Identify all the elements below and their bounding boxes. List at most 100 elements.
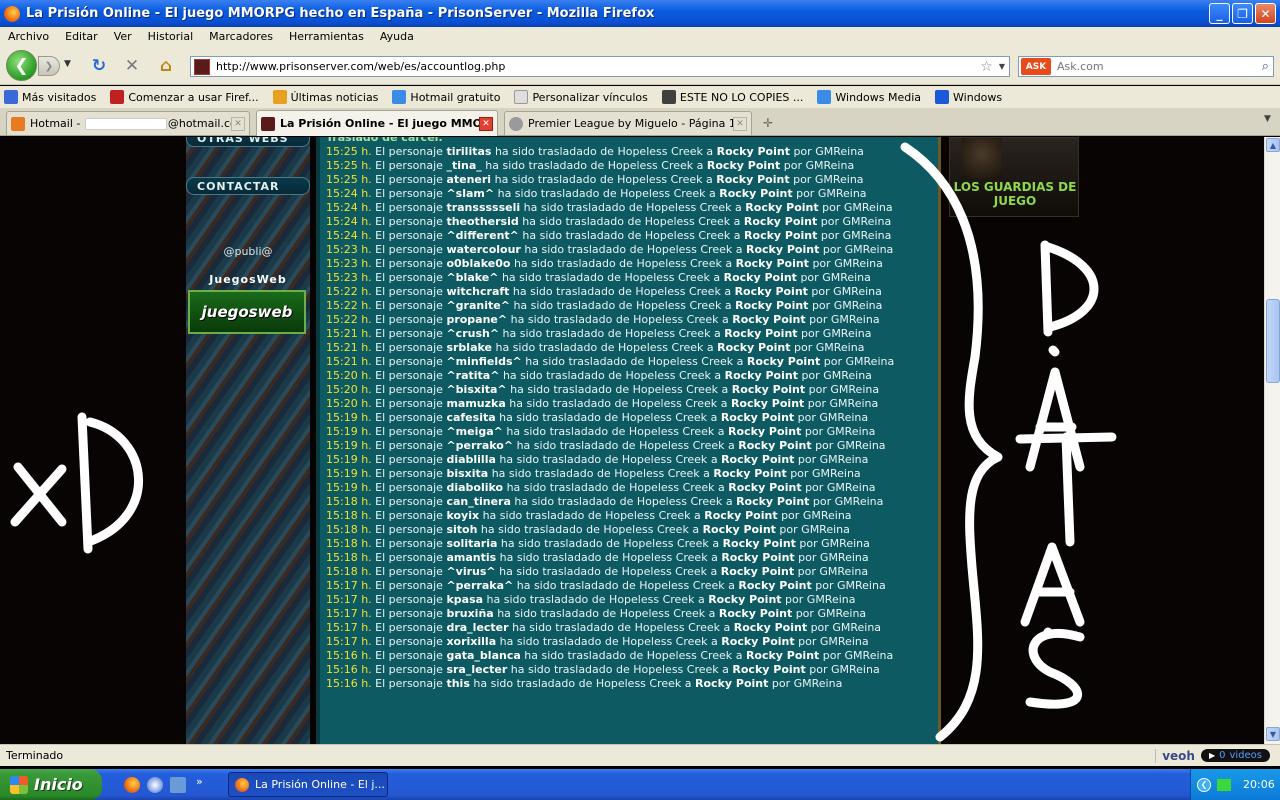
menu-ayuda[interactable]: Ayuda [372, 30, 422, 43]
bookmark-windows[interactable]: Windows [931, 90, 1002, 104]
log-entry: 15:23 h. El personaje ^blake^ ha sido tr… [326, 271, 926, 285]
veoh-video-counter[interactable]: ▶ 0 videos [1200, 749, 1270, 762]
start-button[interactable]: Inicio [0, 769, 102, 800]
quicklaunch-app-icon[interactable] [170, 777, 186, 793]
entry-character-name: solitaria [446, 537, 498, 550]
status-bar: Terminado veoh ▶ 0 videos [0, 744, 1280, 766]
entry-subject-word: El personaje [375, 257, 443, 270]
home-icon[interactable]: ⌂ [155, 56, 177, 76]
quicklaunch-chevron-icon[interactable]: » [196, 775, 203, 788]
search-input[interactable] [1051, 60, 1262, 73]
scroll-down-icon[interactable]: ▼ [1266, 727, 1280, 741]
entry-subject-word: El personaje [375, 355, 443, 368]
juegosweb-banner[interactable]: juegosweb [188, 290, 306, 334]
site-favicon [261, 116, 275, 131]
log-entry: 15:20 h. El personaje mamuzka ha sido tr… [326, 397, 926, 411]
list-all-tabs-icon[interactable]: ▼ [1264, 114, 1271, 124]
entry-by-word: por [800, 271, 819, 284]
bookmark-hotmail-gratuito[interactable]: Hotmail gratuito [388, 90, 500, 104]
entry-character-name: ^perraka^ [446, 579, 514, 592]
search-bar[interactable]: ASK ⌕ [1018, 56, 1274, 77]
entry-character-name: _tina_ [446, 159, 482, 172]
entry-time: 15:21 h. [326, 355, 372, 368]
menu-editar[interactable]: Editar [57, 30, 106, 43]
menu-marcadores[interactable]: Marcadores [201, 30, 281, 43]
scroll-up-icon[interactable]: ▲ [1266, 138, 1280, 152]
maximize-button[interactable]: ❐ [1232, 3, 1253, 24]
entry-character-name: mamuzka [446, 397, 506, 410]
entry-connector: ha sido trasladado de [497, 607, 617, 620]
entry-from-prison: Hopeless Creek [631, 397, 718, 410]
menu-archivo[interactable]: Archivo [0, 30, 57, 43]
entry-character-name: sra_lecter [446, 663, 508, 676]
veoh-logo: veoh [1162, 748, 1195, 763]
entry-to-word: a [735, 649, 743, 662]
bookmark-comenzar-firefox[interactable]: Comenzar a usar Firef... [106, 90, 259, 104]
guardias-panel[interactable]: LOS GUARDIAS DE JUEGO [949, 137, 1079, 217]
url-dropdown-icon[interactable]: ▼ [999, 62, 1005, 71]
entry-connector: ha sido trasladado de [510, 313, 630, 326]
tray-expand-icon[interactable]: ❮ [1197, 777, 1211, 792]
entry-character-name: cafesita [446, 411, 496, 424]
navigation-toolbar: ❮ ❯ ▼ ↻ ✕ ⌂ ☆ ▼ ASK ⌕ [0, 45, 1280, 85]
entry-from-prison: Hopeless Creek [636, 257, 722, 270]
entry-gm-name: GMReina [844, 649, 894, 662]
nav-contactar[interactable]: CONTACTAR [186, 177, 310, 195]
nav-otras-webs[interactable]: OTRAS WEBS [186, 137, 310, 147]
entry-from-prison: Hopeless Creek [639, 579, 725, 592]
forward-button[interactable]: ❯ [38, 56, 60, 76]
scroll-thumb[interactable] [1266, 299, 1280, 383]
bookmark-mas-visitados[interactable]: Más visitados [0, 90, 96, 104]
entry-character-name: ^virus^ [446, 565, 496, 578]
page-content: OTRAS WEBS CONTACTAR @publi@ JuegosWeb j… [0, 137, 1264, 744]
entry-to-word: a [733, 229, 741, 242]
entry-to-prison: Rocky Point [721, 551, 795, 564]
menu-historial[interactable]: Historial [140, 30, 201, 43]
tab-hotmail[interactable]: Hotmail - @hotmail.co... ✕ [6, 111, 250, 135]
bookmark-personalizar-vinculos[interactable]: Personalizar vínculos [510, 90, 648, 104]
url-input[interactable] [216, 60, 981, 73]
new-tab-button[interactable]: ✛ [756, 113, 780, 133]
entry-gm-name: GMReina [819, 635, 869, 648]
left-sidebar: OTRAS WEBS CONTACTAR @publi@ JuegosWeb j… [186, 137, 310, 744]
entry-connector: ha sido trasladado de [510, 663, 630, 676]
taskbar-firefox-window[interactable]: La Prisión Online - El j... [228, 772, 388, 797]
search-engine-icon[interactable]: ASK [1021, 58, 1051, 75]
veoh-widget[interactable]: veoh ▶ 0 videos [1155, 748, 1270, 763]
tab-close-icon[interactable]: ✕ [733, 116, 747, 131]
tab-premier-league[interactable]: Premier League by Miguelo - Página 14 ..… [504, 111, 752, 135]
vertical-scrollbar[interactable]: ▲ ▼ [1264, 137, 1280, 744]
entry-time: 15:20 h. [326, 383, 372, 396]
bookmark-ultimas-noticias[interactable]: Últimas noticias [269, 90, 378, 104]
log-entry: 15:24 h. El personaje transsssseli ha si… [326, 201, 926, 215]
search-icon[interactable]: ⌕ [1262, 59, 1269, 74]
bookmark-este-no-lo-copies[interactable]: ESTE NO LO COPIES ... [658, 90, 803, 104]
network-icon[interactable] [1217, 778, 1231, 791]
window-titlebar: La Prisión Online - El juego MMORPG hech… [0, 0, 1280, 27]
windows-flag-icon [392, 90, 407, 104]
close-button[interactable]: ✕ [1255, 3, 1276, 24]
entry-by-word: por [812, 495, 832, 508]
tab-close-icon[interactable]: ✕ [479, 116, 493, 131]
menu-herramientas[interactable]: Herramientas [281, 30, 372, 43]
reload-icon[interactable]: ↻ [88, 56, 110, 76]
entry-time: 15:19 h. [326, 439, 372, 452]
bookmark-windows-media[interactable]: Windows Media [813, 90, 921, 104]
bookmark-star-icon[interactable]: ☆ [980, 59, 993, 75]
menu-ver[interactable]: Ver [106, 30, 140, 43]
quicklaunch-firefox-icon[interactable] [124, 777, 140, 793]
entry-by-word: por [815, 579, 834, 592]
stop-icon[interactable]: ✕ [121, 56, 143, 76]
entry-to-prison: Rocky Point [717, 341, 791, 354]
url-bar[interactable]: ☆ ▼ [190, 56, 1010, 77]
tab-close-icon[interactable]: ✕ [231, 116, 245, 131]
entry-to-prison: Rocky Point [732, 313, 806, 326]
entry-time: 15:18 h. [326, 509, 372, 522]
minimize-button[interactable]: _ [1209, 3, 1230, 24]
back-button[interactable]: ❮ [6, 50, 37, 81]
log-entry: 15:24 h. El personaje theothersid ha sid… [326, 215, 926, 229]
quicklaunch-media-icon[interactable] [147, 777, 163, 793]
history-dropdown-icon[interactable]: ▼ [64, 59, 71, 69]
tab-prision-online[interactable]: La Prisión Online - El juego MMOR... ✕ [256, 110, 498, 136]
log-entry: 15:17 h. El personaje ^perraka^ ha sido … [326, 579, 926, 593]
